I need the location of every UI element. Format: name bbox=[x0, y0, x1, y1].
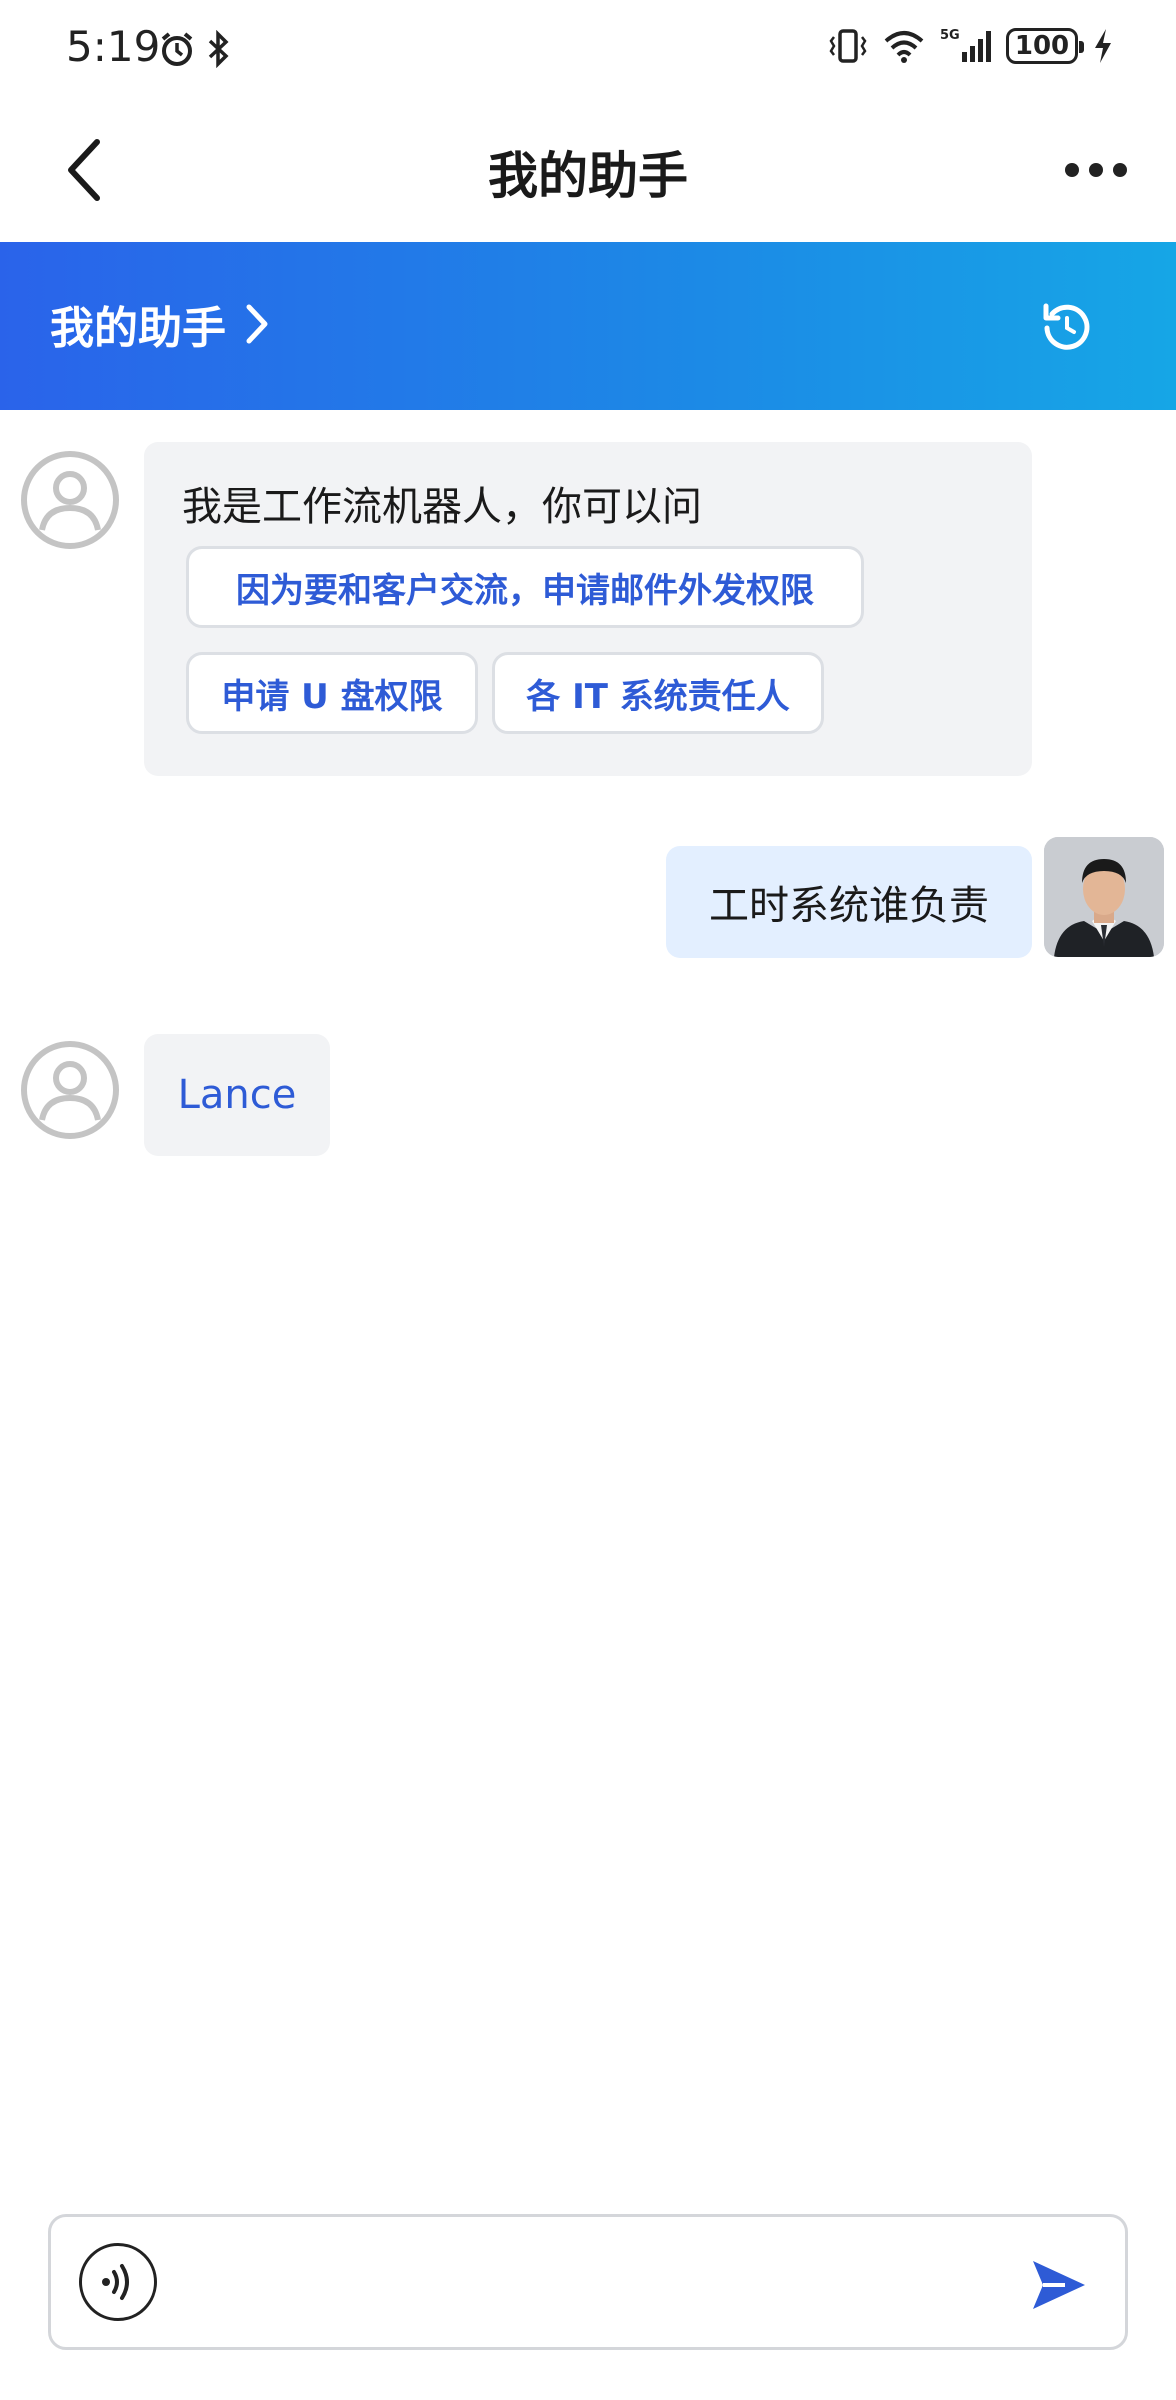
send-icon[interactable] bbox=[1029, 2257, 1089, 2313]
bot-avatar-icon bbox=[21, 451, 119, 549]
page-title: 我的助手 bbox=[488, 147, 688, 205]
alarm-icon bbox=[161, 32, 193, 66]
banner-title: 我的助手 bbox=[50, 303, 226, 354]
user-photo-icon bbox=[1044, 837, 1164, 957]
voice-icon bbox=[102, 2264, 129, 2300]
more-dot-icon bbox=[1113, 163, 1127, 177]
more-options-button[interactable] bbox=[1056, 140, 1136, 200]
navigation-bar: 我的助手 bbox=[0, 100, 1176, 242]
status-time: 5:19 bbox=[66, 22, 161, 71]
status-left-icons bbox=[158, 30, 232, 68]
assistant-banner-link[interactable]: 我的助手 bbox=[50, 292, 270, 356]
status-bar: 5:19 5G 100 bbox=[0, 0, 1176, 100]
charging-icon bbox=[1095, 29, 1111, 63]
signal-icon: 5G bbox=[940, 28, 991, 62]
vibrate-icon bbox=[829, 29, 867, 63]
bot-greeting-text: 我是工作流机器人，你可以问 bbox=[182, 484, 702, 530]
suggestion-chip-usb-permission[interactable]: 申请 U 盘权限 bbox=[186, 652, 478, 734]
battery-indicator: 100 bbox=[1006, 28, 1084, 64]
bot-reply-link[interactable]: Lance bbox=[144, 1034, 330, 1156]
message-input-bar bbox=[48, 2214, 1128, 2350]
more-dot-icon bbox=[1089, 163, 1103, 177]
refresh-icon[interactable] bbox=[1038, 298, 1096, 356]
status-right-icons: 5G 100 bbox=[828, 26, 1114, 66]
bot-message-bubble: 我是工作流机器人，你可以问 因为要和客户交流，申请邮件外发权限 申请 U 盘权限… bbox=[144, 442, 1032, 776]
bluetooth-icon bbox=[208, 30, 229, 68]
suggestion-chip-it-owners[interactable]: 各 IT 系统责任人 bbox=[492, 652, 824, 734]
suggestion-chip-email-permission[interactable]: 因为要和客户交流，申请邮件外发权限 bbox=[186, 546, 864, 628]
user-message-bubble: 工时系统谁负责 bbox=[666, 846, 1032, 958]
message-input[interactable] bbox=[181, 2247, 1041, 2317]
svg-text:5G: 5G bbox=[940, 28, 960, 43]
more-dot-icon bbox=[1065, 163, 1079, 177]
bot-avatar-icon bbox=[21, 1041, 119, 1139]
wifi-icon bbox=[884, 31, 924, 63]
assistant-banner: 我的助手 bbox=[0, 242, 1176, 410]
chevron-right-icon bbox=[246, 304, 268, 344]
user-avatar bbox=[1044, 837, 1164, 957]
voice-input-button[interactable] bbox=[79, 2243, 157, 2321]
